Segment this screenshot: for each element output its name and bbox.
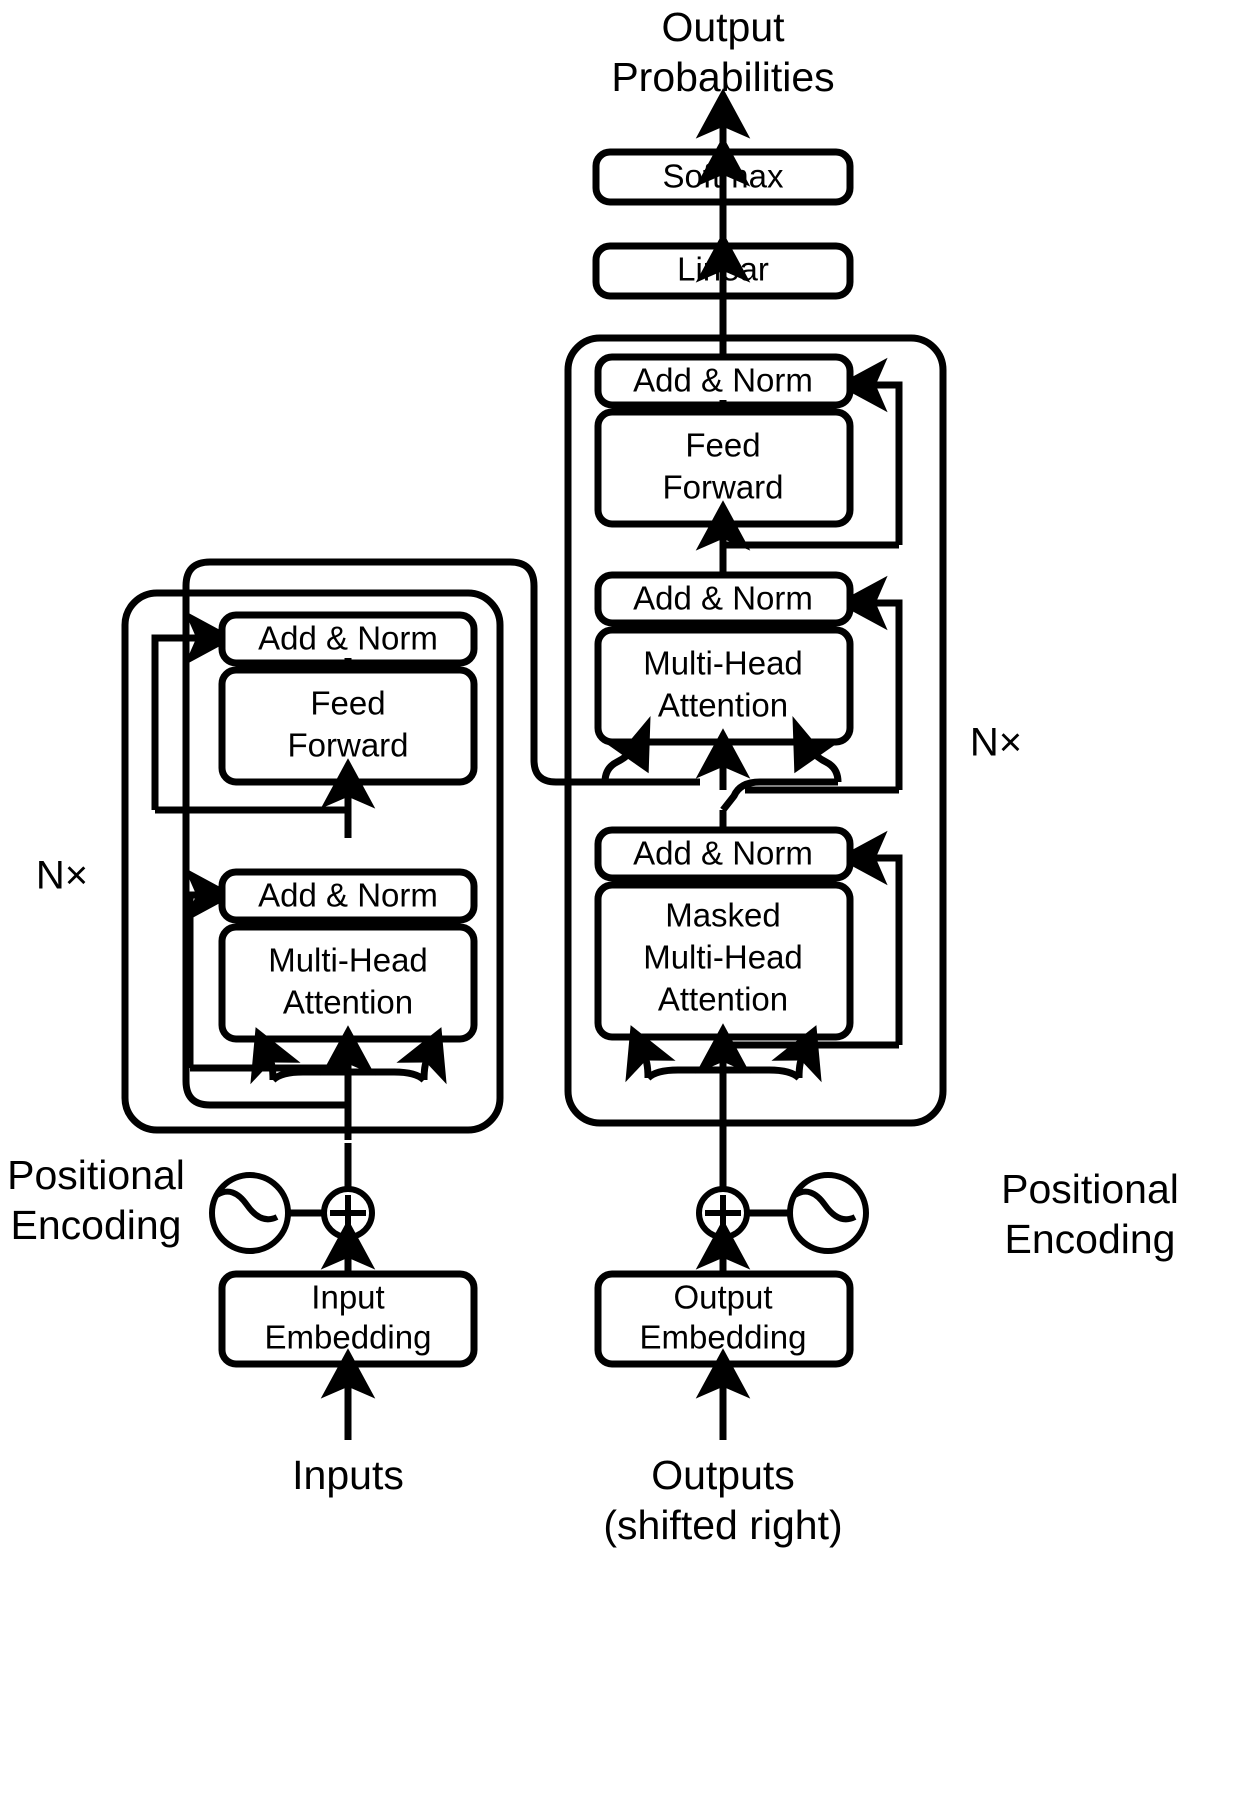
output-probabilities-label-line1: Output (661, 4, 785, 50)
encoder-add-norm-ffn-label: Add & Norm (258, 620, 438, 657)
decoder-feed-forward-label-line1: Feed (685, 427, 760, 464)
decoder-masked-attn-label-line1: Masked (665, 897, 781, 934)
decoder-masked-attn-label-line3: Attention (658, 981, 788, 1018)
encoder-residual-attn (184, 867, 235, 1068)
decoder-cross-attn-label-line2: Attention (658, 687, 788, 724)
decoder-cross-attn-label-line1: Multi-Head (643, 645, 803, 682)
encoder-attn-k-feed (270, 1068, 348, 1083)
decoder-cross-attn-v-feed (720, 778, 838, 813)
encoder-attn-label-line2: Attention (283, 984, 413, 1021)
outputs-label-line1: Outputs (651, 1452, 795, 1498)
encoder-attn-input-v (396, 1027, 447, 1085)
transformer-architecture-diagram: Output Probabilities Softmax Linear N× A… (0, 0, 1240, 1812)
encoder-add-norm-attn-label: Add & Norm (258, 877, 438, 914)
output-probabilities-label-line2: Probabilities (611, 54, 834, 100)
encoder-attn-label-line1: Multi-Head (268, 942, 428, 979)
output-embedding-label-line2: Embedding (640, 1319, 807, 1356)
architecture-svg: Output Probabilities Softmax Linear N× A… (7, 4, 1179, 1548)
decoder-masked-attn-k-feed (645, 1066, 723, 1081)
decoder-repeat-label: N× (970, 721, 1022, 765)
encoder-feed-forward-label-line2: Forward (287, 727, 408, 764)
decoder-masked-attn-label-line2: Multi-Head (643, 939, 803, 976)
decoder-residual-masked-attn (837, 830, 903, 1045)
outputs-label-line2: (shifted right) (603, 1502, 842, 1548)
encoder-attn-v-feed (348, 1068, 427, 1083)
decoder-add-norm-ffn-label: Add & Norm (633, 362, 813, 399)
positional-encoding-left-line2: Encoding (11, 1202, 182, 1248)
decoder-feed-forward-label-line2: Forward (662, 469, 783, 506)
positional-encoding-right-line1: Positional (1001, 1166, 1179, 1212)
decoder-residual-cross-attn (837, 575, 903, 790)
decoder-masked-attn-input-v (771, 1025, 822, 1083)
encoder-feed-forward-label-line1: Feed (310, 685, 385, 722)
decoder-masked-attn-v-feed (723, 1066, 802, 1081)
decoder-cross-attn-input-v (792, 715, 842, 783)
inputs-label: Inputs (292, 1452, 404, 1498)
output-embedding-label-line1: Output (673, 1279, 772, 1316)
input-embedding-label-line2: Embedding (265, 1319, 432, 1356)
decoder-cross-attn-input-k (601, 715, 651, 783)
decoder-add-norm-cross-attn-label: Add & Norm (633, 580, 813, 617)
decoder-add-norm-masked-attn-label: Add & Norm (633, 835, 813, 872)
encoder-repeat-label: N× (36, 854, 88, 898)
positional-encoding-left-line1: Positional (7, 1152, 185, 1198)
decoder-masked-attn-input-k (625, 1025, 676, 1083)
decoder-residual-ffn (837, 357, 903, 545)
positional-encoding-right-line2: Encoding (1005, 1216, 1176, 1262)
input-embedding-label-line1: Input (311, 1279, 384, 1316)
